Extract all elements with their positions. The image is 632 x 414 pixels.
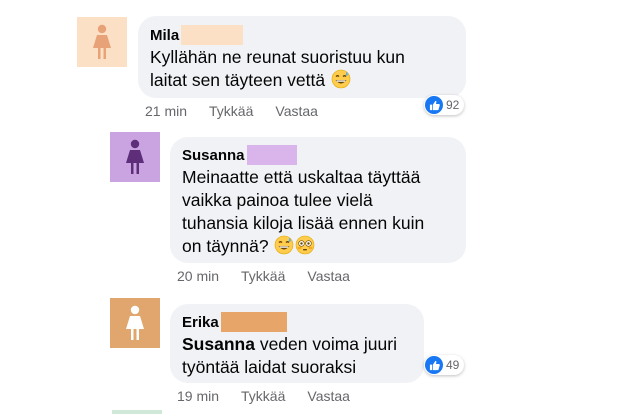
- like-link[interactable]: Tykkää: [241, 388, 285, 404]
- flushed-emoji: [296, 235, 315, 255]
- avatar-susanna[interactable]: [110, 132, 160, 182]
- next-avatar-edge: [112, 410, 162, 414]
- female-silhouette-icon: [126, 305, 144, 340]
- reaction-count: 92: [446, 98, 460, 112]
- reply-link[interactable]: Vastaa: [275, 103, 318, 119]
- redacted-surname: [181, 25, 244, 45]
- comment-text: Susanna veden voima juuri työntää laidat…: [182, 334, 397, 377]
- reply-link[interactable]: Vastaa: [307, 268, 350, 284]
- redacted-surname: [220, 312, 287, 332]
- reaction-badge[interactable]: 92: [424, 95, 465, 115]
- comment-actions-mila: 21 min Tykkää Vastaa: [145, 103, 318, 119]
- reaction-badge[interactable]: 49: [424, 355, 465, 375]
- mention-link[interactable]: Susanna: [182, 334, 255, 354]
- reply-link[interactable]: Vastaa: [307, 388, 350, 404]
- grinning-sweat-emoji: [331, 69, 351, 89]
- timestamp: 19 min: [177, 388, 220, 404]
- comment-bubble-susanna: Susanna Meinaatte että uskaltaa täyttää …: [170, 137, 466, 263]
- comment-author[interactable]: Erika: [182, 314, 219, 331]
- comment-text: Meinaatte että uskaltaa täyttää vaikka p…: [182, 167, 425, 256]
- comment-actions-susanna: 20 min Tykkää Vastaa: [177, 268, 350, 284]
- redacted-surname: [246, 145, 297, 165]
- avatar-erika[interactable]: [110, 298, 160, 348]
- grinning-sweat-emoji: [275, 235, 294, 255]
- like-link[interactable]: Tykkää: [241, 268, 285, 284]
- thumbs-up-icon: [425, 96, 443, 114]
- comment-bubble-erika: Erika Susanna veden voima juuri työntää …: [170, 304, 424, 383]
- avatar-mila[interactable]: [77, 17, 127, 67]
- comment-author[interactable]: Mila: [150, 27, 179, 44]
- female-silhouette-icon: [93, 24, 111, 59]
- thumbs-up-icon: [425, 356, 443, 374]
- timestamp: 21 min: [145, 103, 188, 119]
- reaction-count: 49: [446, 358, 460, 372]
- female-silhouette-icon: [126, 139, 144, 174]
- comment-text: Kyllähän ne reunat suoristuu kun laitat …: [150, 47, 405, 90]
- comment-bubble-mila: Mila Kyllähän ne reunat suoristuu kun la…: [138, 16, 466, 98]
- comment-actions-erika: 19 min Tykkää Vastaa: [177, 388, 350, 404]
- like-link[interactable]: Tykkää: [209, 103, 253, 119]
- comment-author[interactable]: Susanna: [182, 147, 245, 164]
- timestamp: 20 min: [177, 268, 220, 284]
